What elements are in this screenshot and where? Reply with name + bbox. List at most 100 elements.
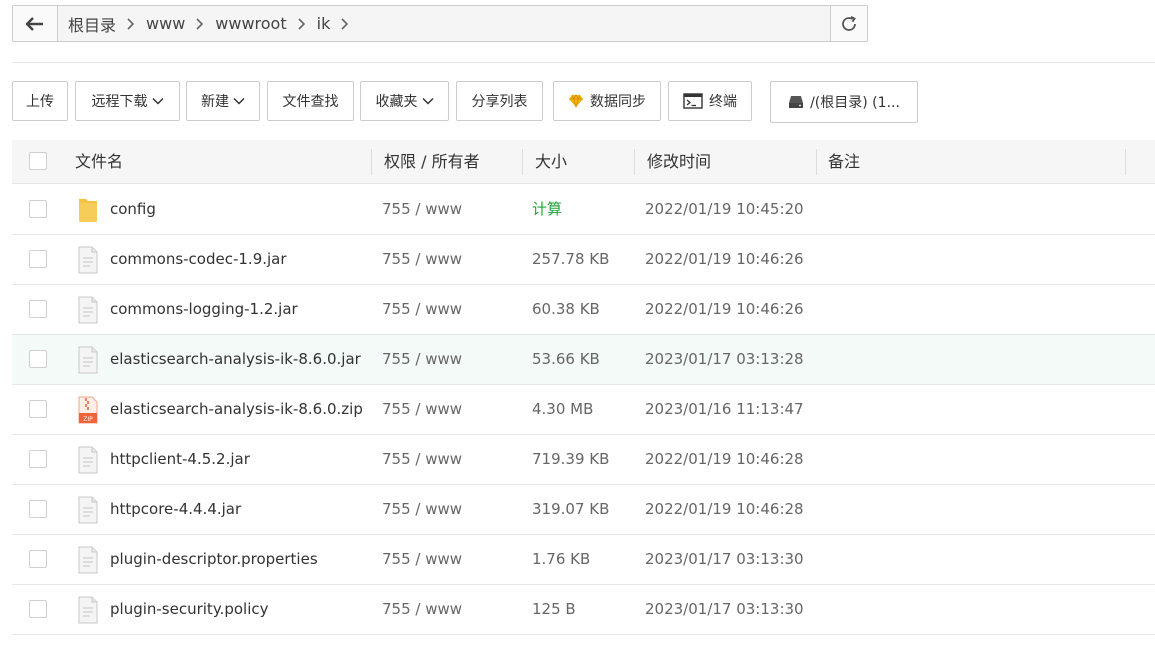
file-mtime: 2023/01/17 03:13:30 [645,550,804,568]
file-name[interactable]: commons-codec-1.9.jar [110,235,287,284]
row-checkbox[interactable] [29,500,47,518]
chevron-right-icon [126,17,135,30]
file-name[interactable]: plugin-descriptor.properties [110,535,318,584]
file-size: 53.66 KB [532,350,600,368]
file-permission[interactable]: 755 / www [382,335,462,384]
file-size: 125 B [532,600,576,618]
file-permission[interactable]: 755 / www [382,385,462,434]
file-name[interactable]: plugin-security.policy [110,585,268,634]
file-name[interactable]: config [110,185,156,234]
file-icon [77,246,99,274]
file-mtime: 2022/01/19 10:46:26 [645,250,804,268]
file-icon [77,596,99,624]
table-row[interactable]: elasticsearch-analysis-ik-8.6.0.jar 755 /… [12,335,1155,385]
table-row[interactable]: plugin-security.policy 755 / www 125 B 2023… [12,585,1155,635]
file-icon [77,446,99,474]
calculate-size-link[interactable]: 计算 [532,185,562,234]
file-name[interactable]: elasticsearch-analysis-ik-8.6.0.jar [110,335,361,384]
row-checkbox[interactable] [29,200,47,218]
file-icon [77,546,99,574]
chevron-down-icon [233,97,245,105]
header-note[interactable]: 备注 [828,140,860,183]
file-icon [77,296,99,324]
file-permission[interactable]: 755 / www [382,235,462,284]
table-row[interactable]: ZIP elasticsearch-analysis-ik-8.6.0.zip 75… [12,385,1155,435]
file-size: 60.38 KB [532,300,600,318]
row-checkbox[interactable] [29,300,47,318]
remote-download-button[interactable]: 远程下载 [75,81,180,121]
terminal-button[interactable]: 终端 [668,81,752,121]
select-all-checkbox[interactable] [29,152,47,170]
file-search-label: 文件查找 [282,94,339,110]
favorites-button[interactable]: 收藏夹 [360,81,449,121]
upload-button-label: 上传 [26,94,54,110]
file-size: 1.76 KB [532,550,591,568]
diamond-icon [568,94,584,108]
svg-text:ZIP: ZIP [83,416,93,423]
row-checkbox[interactable] [29,600,47,618]
breadcrumb: 根目录 www wwwroot ik [58,6,830,41]
column-divider [1125,149,1126,175]
row-checkbox[interactable] [29,450,47,468]
zip-file-icon: ZIP [77,396,99,424]
file-permission[interactable]: 755 / www [382,435,462,484]
column-divider [816,149,817,175]
breadcrumb-item-wwwroot[interactable]: wwwroot [215,14,286,33]
upload-button[interactable]: 上传 [12,81,68,121]
table-row[interactable]: commons-codec-1.9.jar 755 / www 257.78 KB 2… [12,235,1155,285]
disk-label: /(根目录) (1... [810,95,900,111]
chevron-right-icon [195,17,204,30]
divider [12,62,1155,63]
table-row[interactable]: plugin-descriptor.properties 755 / www 1.7… [12,535,1155,585]
favorites-label: 收藏夹 [375,94,418,110]
file-icon [77,346,99,374]
file-permission[interactable]: 755 / www [382,485,462,534]
column-divider [522,149,523,175]
file-permission[interactable]: 755 / www [382,535,462,584]
row-checkbox[interactable] [29,400,47,418]
file-permission[interactable]: 755 / www [382,185,462,234]
file-size: 257.78 KB [532,250,610,268]
file-size: 4.30 MB [532,400,594,418]
file-permission[interactable]: 755 / www [382,285,462,334]
file-table-body: config 755 / www 计算 2022/01/19 10:45:20 comm… [12,185,1155,635]
file-size: 719.39 KB [532,450,610,468]
table-row[interactable]: config 755 / www 计算 2022/01/19 10:45:20 [12,185,1155,235]
file-name[interactable]: httpcore-4.4.4.jar [110,485,241,534]
terminal-label: 终端 [709,94,737,110]
new-button[interactable]: 新建 [186,81,260,121]
data-sync-button[interactable]: 数据同步 [553,81,661,121]
disk-button[interactable]: /(根目录) (1... [770,81,918,123]
file-mtime: 2022/01/19 10:46:28 [645,500,804,518]
header-name[interactable]: 文件名 [75,140,123,183]
file-name[interactable]: elasticsearch-analysis-ik-8.6.0.zip [110,385,363,434]
column-divider [371,149,372,175]
data-sync-label: 数据同步 [590,94,646,110]
header-mtime[interactable]: 修改时间 [647,140,711,183]
file-name[interactable]: commons-logging-1.2.jar [110,285,298,334]
file-mtime: 2022/01/19 10:45:20 [645,200,804,218]
breadcrumb-item-root[interactable]: 根目录 [68,12,116,36]
table-row[interactable]: httpcore-4.4.4.jar 755 / www 319.07 KB 2022… [12,485,1155,535]
refresh-icon [842,15,856,31]
path-bar: 根目录 www wwwroot ik [12,5,868,42]
table-row[interactable]: httpclient-4.5.2.jar 755 / www 719.39 KB 20… [12,435,1155,485]
row-checkbox[interactable] [29,550,47,568]
file-name[interactable]: httpclient-4.5.2.jar [110,435,250,484]
row-checkbox[interactable] [29,250,47,268]
header-perm[interactable]: 权限 / 所有者 [384,140,480,183]
table-row[interactable]: commons-logging-1.2.jar 755 / www 60.38 KB… [12,285,1155,335]
back-button[interactable] [13,6,58,41]
breadcrumb-item-ik[interactable]: ik [317,14,331,33]
share-list-button[interactable]: 分享列表 [456,81,543,121]
header-size[interactable]: 大小 [535,140,567,183]
disk-icon [788,95,804,109]
breadcrumb-item-www[interactable]: www [146,14,185,33]
row-checkbox[interactable] [29,350,47,368]
file-permission[interactable]: 755 / www [382,585,462,634]
file-search-button[interactable]: 文件查找 [267,81,354,121]
file-mtime: 2022/01/19 10:46:26 [645,300,804,318]
new-button-label: 新建 [201,94,229,110]
refresh-button[interactable] [830,6,867,41]
file-mtime: 2023/01/17 03:13:28 [645,350,804,368]
